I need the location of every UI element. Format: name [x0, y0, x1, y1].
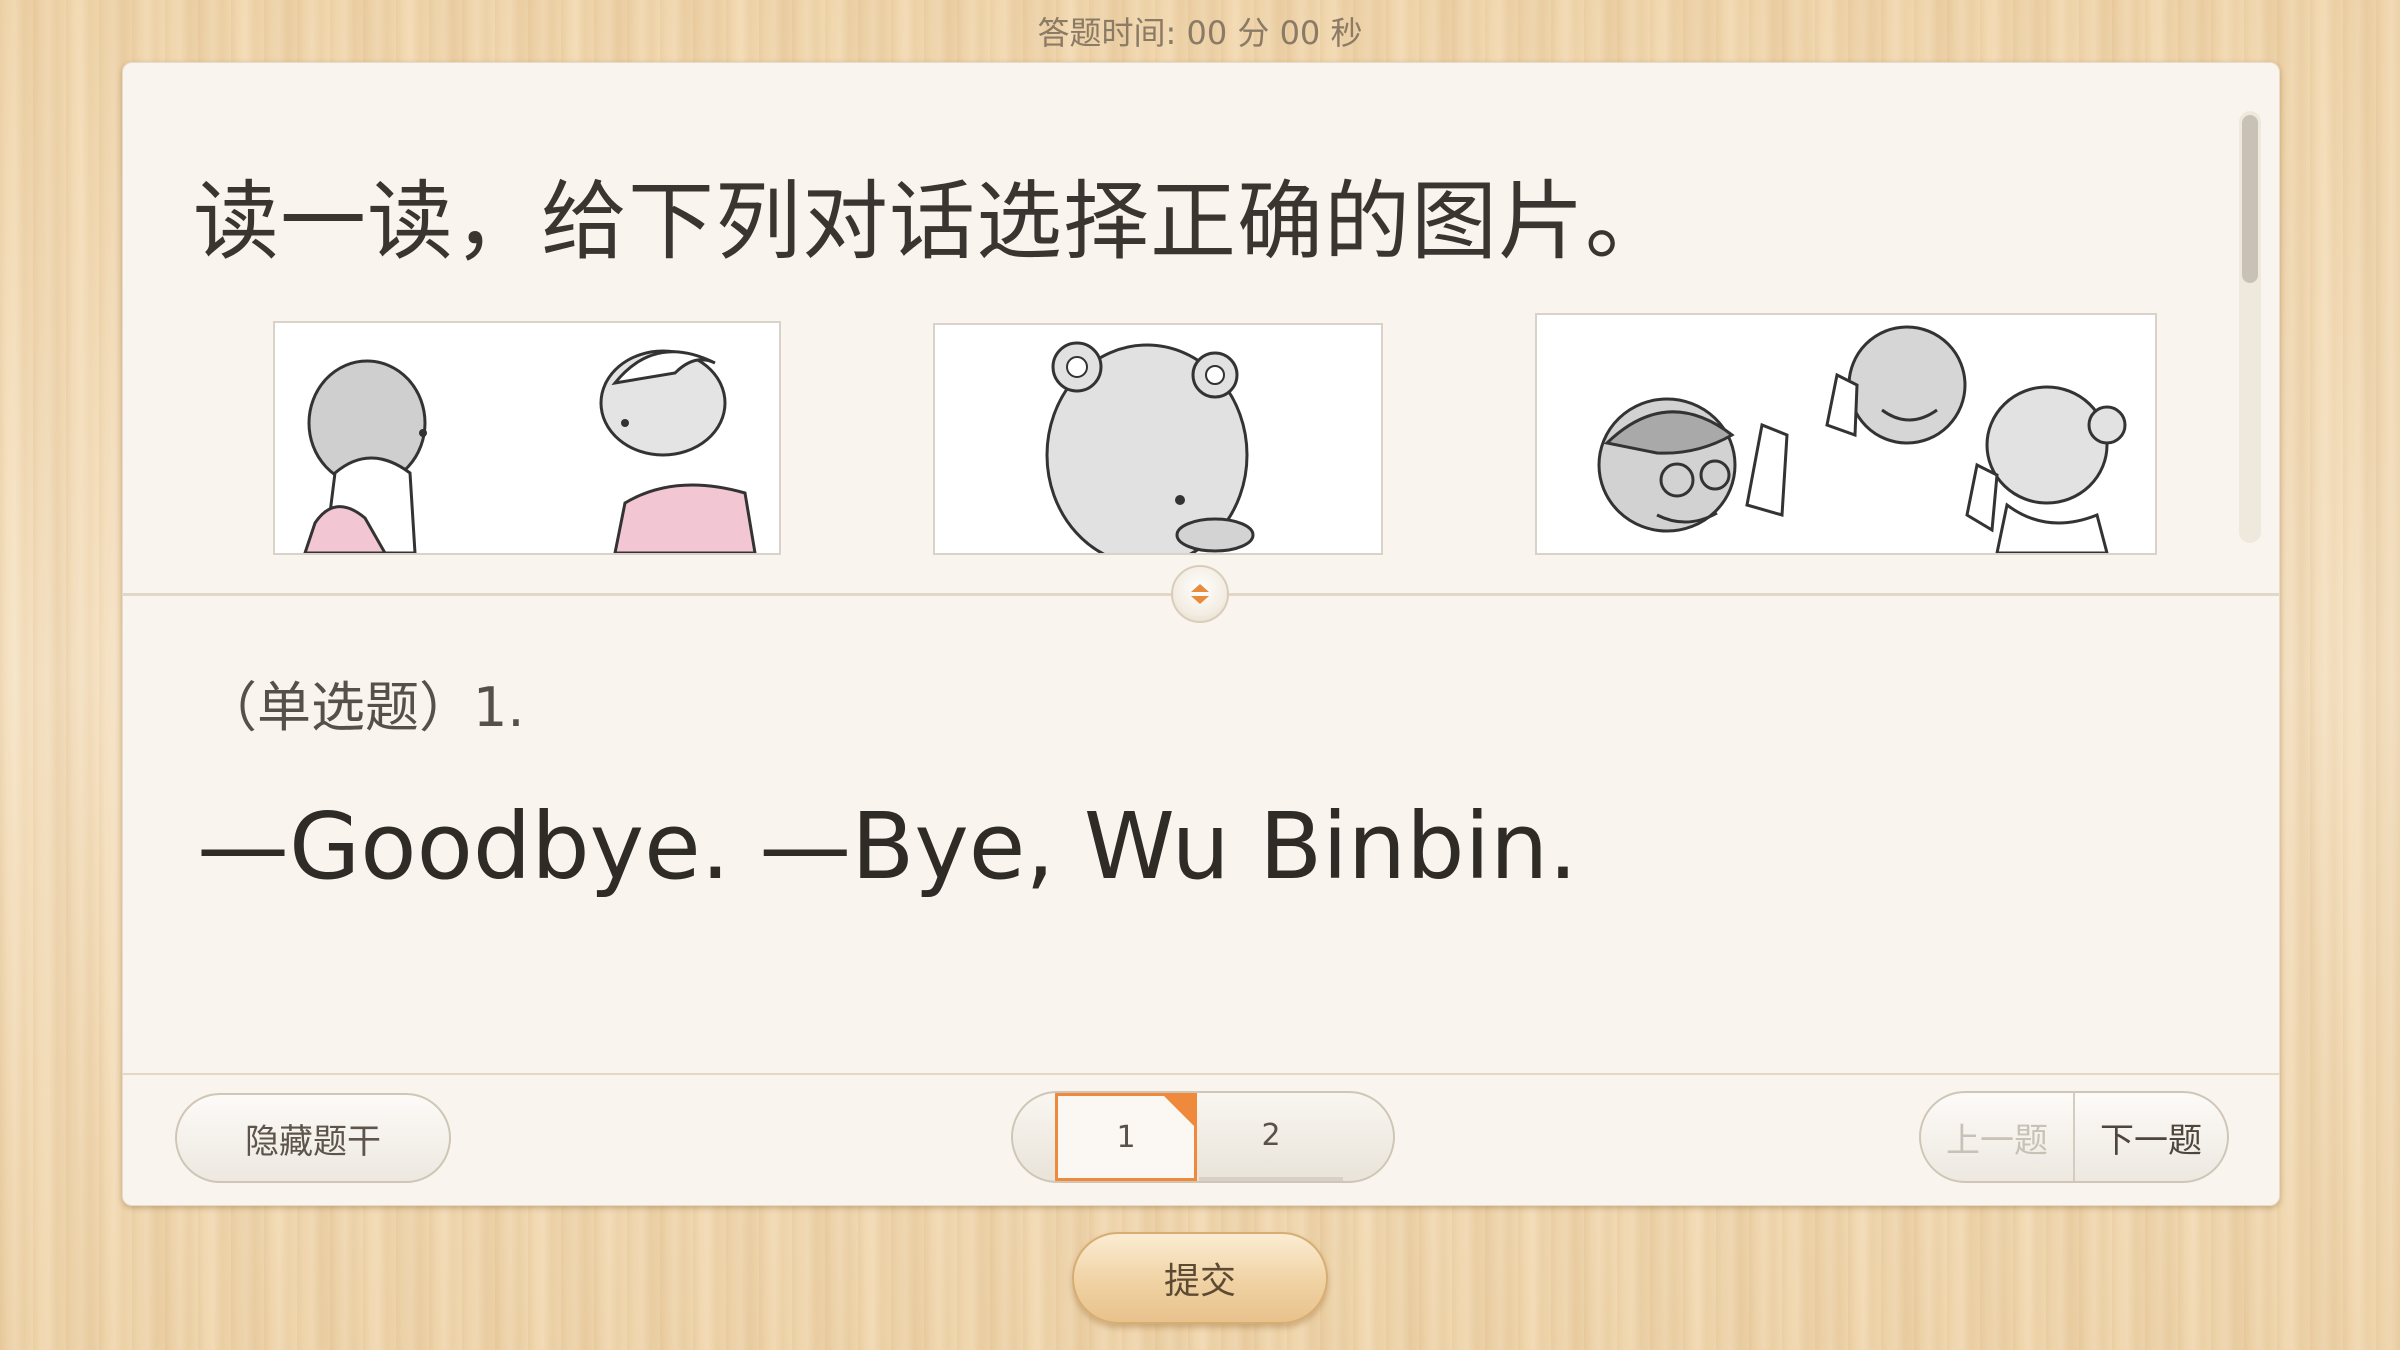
question-type-label: （单选题）1. — [203, 676, 525, 739]
timer-label: 答题时间: — [1037, 14, 1177, 52]
timer-seconds: 00 — [1279, 14, 1321, 52]
stem-scrollbar-thumb[interactable] — [2242, 115, 2258, 283]
question-navigation: 上一题 下一题 — [1919, 1091, 2229, 1183]
page-label-1: 1 — [1116, 1119, 1136, 1155]
footer-divider — [123, 1073, 2279, 1075]
question-stem-panel: 读一读，给下列对话选择正确的图片。 — [123, 63, 2279, 593]
answer-timer: 答题时间: 00 分 00 秒 — [0, 8, 2400, 54]
hide-stem-button[interactable]: 隐藏题干 — [175, 1093, 451, 1183]
picture-bear — [933, 323, 1383, 555]
page-button-1[interactable]: 1 — [1055, 1093, 1197, 1181]
prev-question-button[interactable]: 上一题 — [1921, 1093, 2073, 1181]
next-question-button[interactable]: 下一题 — [2073, 1093, 2227, 1181]
page-label-2: 2 — [1261, 1117, 1281, 1153]
timer-seconds-unit: 秒 — [1330, 14, 1363, 52]
page-button-2[interactable]: 2 — [1199, 1093, 1343, 1181]
submit-button[interactable]: 提交 — [1072, 1232, 1328, 1324]
question-card: 读一读，给下列对话选择正确的图片。 （单选题）1. —Goodbye. —Bye… — [122, 62, 2280, 1206]
picture-two-kids-facing — [273, 321, 781, 555]
current-page-corner-icon — [1164, 1096, 1194, 1126]
question-text: —Goodbye. —Bye, Wu Binbin. — [197, 793, 1578, 900]
picture-kids-waving — [1535, 313, 2157, 555]
timer-minutes-unit: 分 — [1237, 14, 1270, 52]
collapse-toggle-icon[interactable] — [1171, 565, 1229, 623]
stem-instruction: 读一读，给下列对话选择正确的图片。 — [193, 172, 1672, 272]
timer-minutes: 00 — [1186, 14, 1228, 52]
question-pager: 1 2 — [1011, 1091, 1395, 1183]
